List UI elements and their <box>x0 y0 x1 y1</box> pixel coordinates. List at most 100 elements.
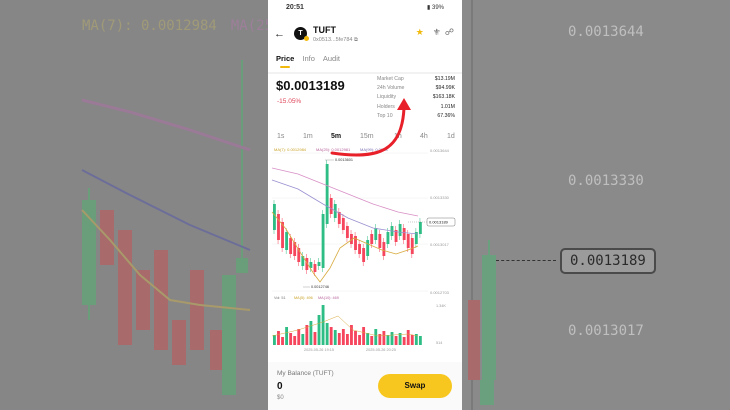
stat-market-cap: Market Cap $13.19M <box>377 76 455 85</box>
stat-label: 24h Volume <box>377 85 405 92</box>
favorite-star-icon[interactable]: ★ <box>416 27 424 37</box>
tab-price[interactable]: Price <box>276 54 294 63</box>
stat-label: Holders <box>377 103 395 110</box>
ma25-label: MA(25): 0.0012981 <box>316 147 351 152</box>
divider <box>268 72 462 74</box>
candlestick-chart[interactable]: MA(7): 0.0012984 MA(25): 0.0012981 MA(99… <box>268 144 462 356</box>
interval-1d[interactable]: 1d <box>447 133 455 140</box>
volume-bar <box>341 329 345 345</box>
high-price-label: 0.0013601 <box>335 158 353 162</box>
token-logo: T <box>294 27 309 41</box>
share-icon[interactable]: ☍ <box>445 27 454 37</box>
stat-label: Top 10 <box>377 112 393 119</box>
candle <box>277 214 280 240</box>
interval-1s[interactable]: 1s <box>277 133 284 140</box>
candle <box>366 240 370 256</box>
volume-bar <box>362 327 366 345</box>
alert-icon[interactable]: ⚜ <box>433 27 441 37</box>
background-left-candles <box>81 60 251 395</box>
y-axis-label: 0.0013644 <box>430 148 450 153</box>
y-axis-label: 0.0012703 <box>430 290 450 295</box>
stat-holders: Holders 1.01M <box>377 104 455 113</box>
status-time: 20:51 <box>286 4 304 11</box>
volume-bar <box>345 334 349 345</box>
bg-current-price-tag: 0.0013189 <box>560 248 656 274</box>
candle <box>321 214 325 268</box>
price-change: -15.05% <box>277 98 302 105</box>
swap-button[interactable]: Swap <box>378 374 452 398</box>
candle <box>370 234 374 244</box>
volume-bar <box>297 329 301 345</box>
stat-label: Liquidity <box>377 94 397 101</box>
detail-tabs: Price Info Audit <box>276 54 348 63</box>
candle <box>313 264 317 272</box>
stat-label: Market Cap <box>377 76 404 82</box>
volume-bar <box>374 329 378 345</box>
interval-4h[interactable]: 4h <box>420 133 428 140</box>
current-price: $0.0013189 <box>276 78 345 93</box>
token-address[interactable]: 0x0513...5fe784 ⧉ <box>313 37 358 44</box>
stat-value: $94.99K <box>435 85 455 92</box>
candle <box>374 228 378 240</box>
low-price-label: 0.0012746 <box>311 285 329 289</box>
volume-bar <box>337 333 341 345</box>
stat-liquidity: Liquidity $163.18K <box>377 94 455 103</box>
candle <box>273 204 276 230</box>
header-actions: ★ ⚜ ☍ <box>412 27 454 38</box>
volume-bar <box>418 336 422 345</box>
stat-value: 1.01M <box>440 103 455 110</box>
y-axis-label: 0.0013017 <box>430 242 450 247</box>
volume-bar <box>406 330 410 345</box>
copy-icon[interactable]: ⧉ <box>354 37 358 43</box>
vol-ma5-line <box>271 315 419 337</box>
candle <box>341 218 345 230</box>
interval-15m[interactable]: 15m <box>360 133 374 140</box>
bg-right-label-2: 0.0013330 <box>568 173 644 189</box>
balance-label: My Balance (TUFT) <box>277 370 334 377</box>
phone-screen: 20:51 ▮ 39% ← T TUFT 0x0513...5fe784 ⧉ ★… <box>268 0 462 410</box>
interval-1m[interactable]: 1m <box>303 133 313 140</box>
volume-bar <box>382 331 386 345</box>
ma7-label: MA(7): 0.0012984 <box>274 147 307 152</box>
ma25-line <box>271 167 419 217</box>
candle <box>386 232 390 244</box>
current-price-label: 0.0013189 <box>429 220 449 225</box>
volume-bar <box>285 327 289 345</box>
candle <box>410 238 414 254</box>
token-address-text: 0x0513...5fe784 <box>313 37 353 43</box>
candle <box>418 222 422 234</box>
bg-right-label-3: 0.0013017 <box>568 323 644 339</box>
bg-ma7-label: MA(7): 0.0012984 <box>82 18 217 34</box>
interval-5m[interactable]: 5m <box>331 133 341 140</box>
status-battery: ▮ 39% <box>427 5 444 11</box>
volume-bar <box>329 327 333 345</box>
vol-ma5-label: MA(5): 496 <box>294 296 313 300</box>
volume-bar <box>386 335 390 345</box>
status-bar: 20:51 ▮ 39% <box>268 3 462 13</box>
back-arrow-icon[interactable]: ← <box>274 28 285 40</box>
chain-badge-icon <box>304 36 309 41</box>
volume-bar <box>350 325 353 345</box>
balance-usd: $0 <box>277 395 284 401</box>
candle <box>406 234 410 248</box>
candle <box>289 238 293 254</box>
token-header: ← T TUFT 0x0513...5fe784 ⧉ ★ ⚜ ☍ <box>268 22 462 48</box>
background-ma-labels: MA(7): 0.0012984 MA(25 <box>82 18 268 34</box>
stat-value: 67.36% <box>437 112 455 119</box>
background-left-chart: MA(7): 0.0012984 MA(25 <box>0 0 268 410</box>
volume-bar <box>354 331 357 345</box>
x-axis-date: 2025-05-26 20:25 <box>366 348 396 352</box>
ma99-line <box>271 179 419 235</box>
token-name: TUFT <box>313 25 336 35</box>
x-axis-date: 2025-05-26 19:15 <box>304 348 334 352</box>
volume-bar <box>317 315 321 345</box>
volume-bar <box>273 335 276 345</box>
tab-audit[interactable]: Audit <box>323 54 340 63</box>
candle <box>293 242 297 256</box>
tab-info[interactable]: Info <box>302 54 315 63</box>
volume-bar <box>410 335 414 345</box>
candle <box>358 244 361 254</box>
interval-1h[interactable]: 1h <box>394 133 402 140</box>
volume-bar <box>281 337 284 345</box>
candle <box>378 234 382 248</box>
